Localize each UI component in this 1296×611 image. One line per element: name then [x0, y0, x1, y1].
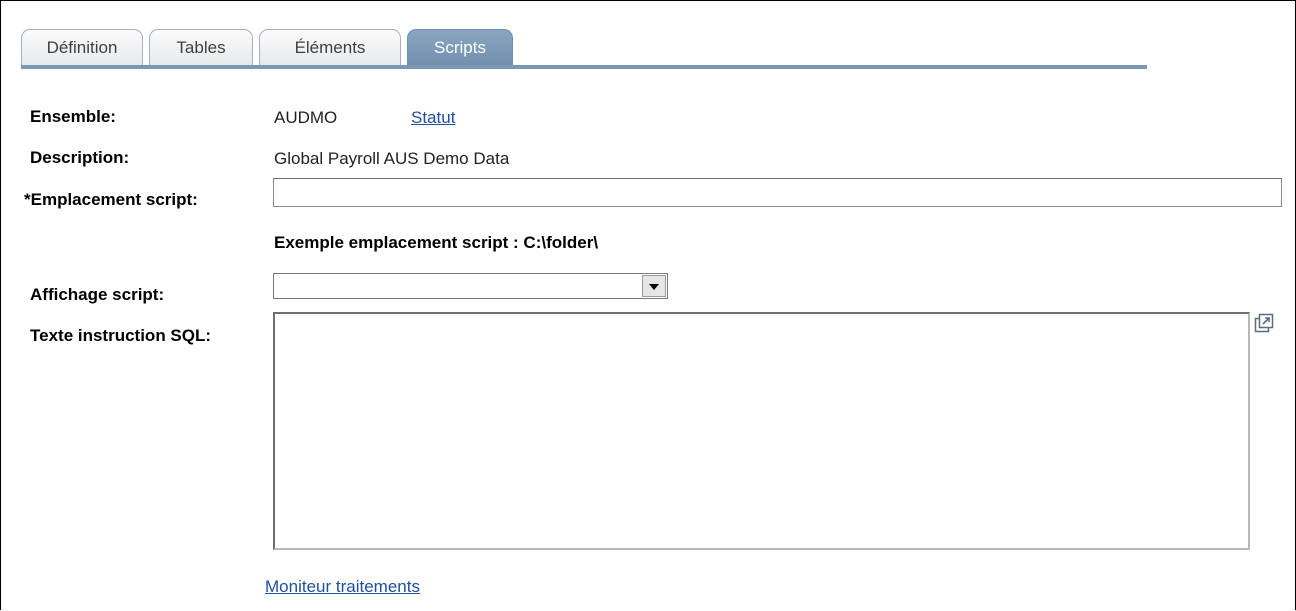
- tab-label: Scripts: [434, 38, 486, 57]
- sql-text-label: Texte instruction SQL:: [30, 326, 212, 345]
- ensemble-value: AUDMO: [274, 108, 338, 127]
- expand-window-icon[interactable]: [1254, 313, 1274, 333]
- tab-scripts[interactable]: Scripts: [407, 29, 513, 67]
- description-label: Description:: [30, 148, 130, 167]
- affichage-script-select[interactable]: [273, 273, 668, 299]
- tab-tables[interactable]: Tables: [149, 29, 253, 67]
- dropdown-arrow-icon[interactable]: [642, 275, 666, 297]
- tab-label: Tables: [176, 38, 226, 57]
- tab-underline: [21, 65, 1147, 69]
- description-value: Global Payroll AUS Demo Data: [274, 149, 510, 168]
- emplacement-script-label: *Emplacement script:: [24, 190, 198, 209]
- tab-label: Définition: [46, 38, 118, 57]
- moniteur-traitements-link[interactable]: Moniteur traitements: [265, 577, 420, 597]
- ensemble-label: Ensemble:: [30, 107, 116, 126]
- sql-textarea[interactable]: [273, 312, 1250, 550]
- tab-definition[interactable]: Définition: [21, 29, 143, 67]
- statut-link[interactable]: Statut: [411, 108, 455, 128]
- affichage-script-label: Affichage script:: [30, 285, 165, 304]
- example-text: Exemple emplacement script : C:\folder\: [274, 233, 599, 252]
- emplacement-script-input[interactable]: [273, 178, 1282, 207]
- page-frame: Définition Tables Éléments Scripts Ensem…: [0, 0, 1296, 610]
- tab-elements[interactable]: Éléments: [259, 29, 401, 67]
- tab-label: Éléments: [294, 38, 366, 57]
